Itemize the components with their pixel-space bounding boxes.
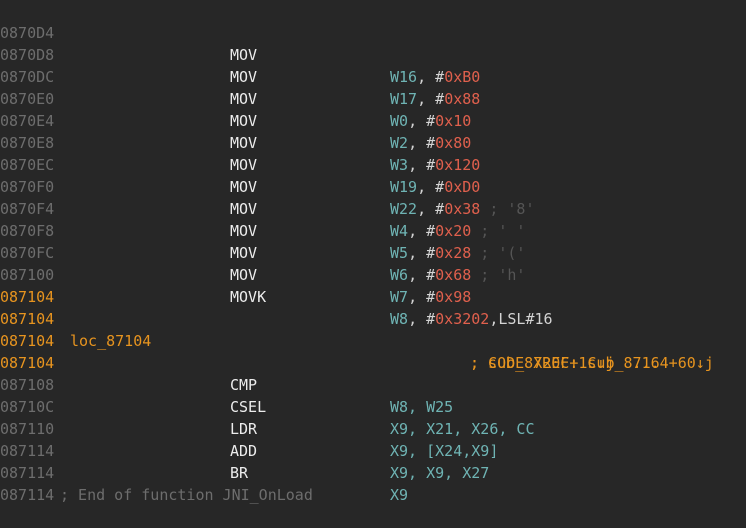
instruction-row[interactable]: 0870FC MOV W7, #0x98 (0, 220, 746, 306)
instruction-row[interactable]: 087108 CSEL X9, X21, X26, CC (0, 352, 746, 438)
operands[interactable]: X9 (390, 484, 408, 506)
instruction-row[interactable]: 0870E4 MOV W3, #0x120 (0, 88, 746, 174)
instruction-row[interactable]: 0870D8 MOV W17, #0x88 (0, 22, 746, 108)
partial-row[interactable]: 087114 (0, 462, 746, 504)
instruction-row[interactable]: 0870DC MOV W0, #0x10 (0, 44, 746, 130)
instruction-row[interactable]: 0870E8 MOV W19, #0xD0 (0, 110, 746, 196)
label-row[interactable]: 087104 loc_87104 ; CODE XREF: sub_87164+… (0, 286, 746, 372)
instruction-row[interactable]: 087114 BR X9 (0, 418, 746, 504)
instruction-row[interactable]: 087104 CMP W8, W25 (0, 330, 746, 416)
instruction-row[interactable]: 0870E0 MOV W2, #0x80 (0, 66, 746, 152)
instruction-row[interactable]: 087110 ADD X9, X9, X27 (0, 396, 746, 482)
xref-row[interactable]: 087104 ; sub_8720C+1C↓j ... (0, 308, 746, 372)
address: 087114 (0, 486, 55, 504)
instruction-row[interactable]: 0870EC MOV W22, #0x38 ; '8' (0, 132, 746, 218)
instruction-row[interactable]: 0870F8 MOV W6, #0x68 ; 'h' (0, 198, 746, 284)
end-of-function-row[interactable]: 087114 ; End of function JNI_OnLoad (0, 440, 746, 504)
instruction-row[interactable]: 08710C LDR X9, [X24,X9] (0, 374, 746, 460)
instruction-row[interactable]: 0870F4 MOV W5, #0x28 ; '(' (0, 176, 746, 262)
instruction-row[interactable]: 0870F0 MOV W4, #0x20 ; ' ' (0, 154, 746, 240)
end-of-function-comment: ; End of function JNI_OnLoad (60, 486, 313, 504)
instruction-row[interactable]: 087100 MOVK W8, #0x3202,LSL#16 (0, 242, 746, 328)
instruction-row[interactable]: 0870D4 MOV W16, #0xB0 (0, 0, 746, 86)
disassembly-listing: 0870D4 MOV W16, #0xB0 0870D8 MOV W17, #0… (0, 0, 746, 504)
blank-row[interactable]: 087104 (0, 264, 746, 306)
